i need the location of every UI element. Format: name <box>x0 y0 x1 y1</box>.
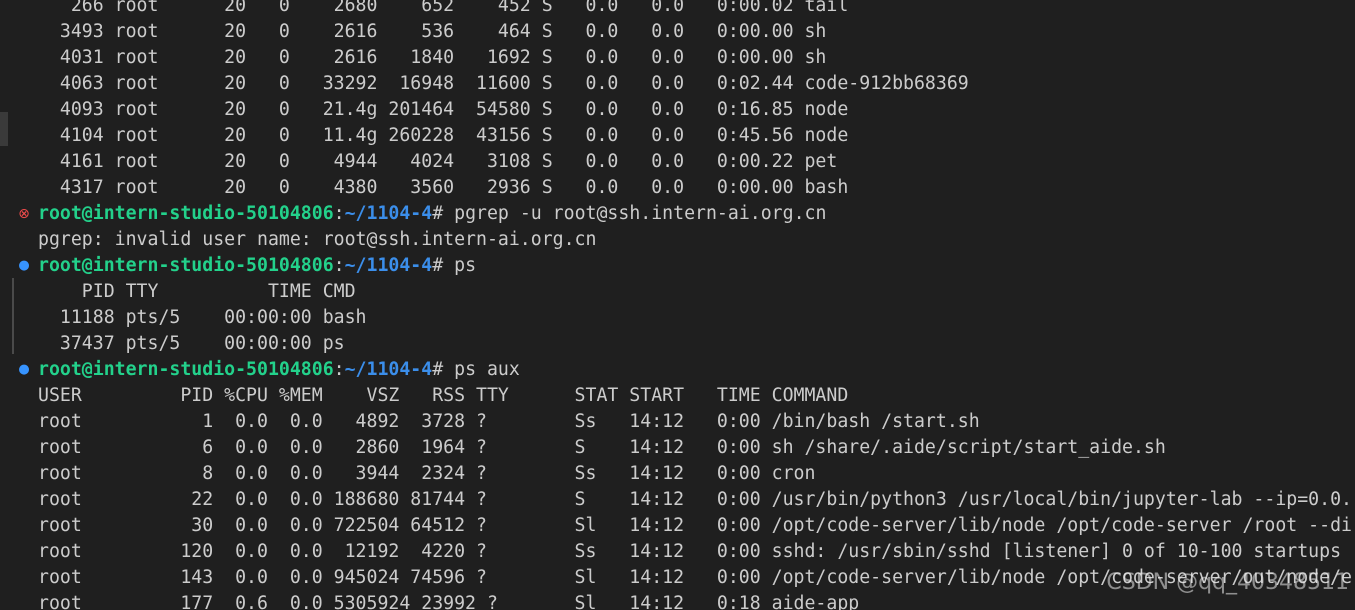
prompt-separator: : <box>333 255 345 276</box>
terminal-output: 266 root 20 0 2680 652 452 S 0.0 0.0 0:0… <box>18 0 1355 610</box>
prompt-user: root@intern-studio-50104806 <box>38 255 334 276</box>
command-output-line: root 1 0.0 0.0 4892 3728 ? Ss 14:12 0:00… <box>38 411 980 432</box>
scroll-indicator <box>0 112 8 146</box>
command-output-line: root 8 0.0 0.0 3944 2324 ? Ss 14:12 0:00… <box>38 463 816 484</box>
command-output-line: 11188 pts/5 00:00:00 bash <box>38 307 367 328</box>
command-output-line: root 120 0.0 0.0 12192 4220 ? Ss 14:12 0… <box>38 541 1342 562</box>
command-output-line: root 30 0.0 0.0 722504 64512 ? Sl 14:12 … <box>38 515 1352 536</box>
prompt-line: ● root@intern-studio-50104806:~/1104-4# p… <box>18 253 1355 279</box>
prompt-symbol: # <box>432 359 455 380</box>
circle-dot-icon[interactable]: ● <box>17 357 31 383</box>
terminal-gutter <box>0 0 14 610</box>
circle-dot-icon[interactable]: ● <box>17 253 31 279</box>
command-output-line: root 22 0.0 0.0 188680 81744 ? S 14:12 0… <box>38 489 1352 510</box>
top-process-row: 3493 root 20 0 2616 536 464 S 0.0 0.0 0:… <box>38 21 827 42</box>
prompt-separator: : <box>333 203 345 224</box>
command-text: ps <box>454 255 477 276</box>
command-output-line: pgrep: invalid user name: root@ssh.inter… <box>38 229 597 250</box>
top-process-row: 4161 root 20 0 4944 4024 3108 S 0.0 0.0 … <box>38 151 838 172</box>
command-output-line: root 143 0.0 0.0 945024 74596 ? Sl 14:12… <box>38 567 1352 588</box>
prompt-symbol: # <box>432 203 455 224</box>
top-process-row: 4317 root 20 0 4380 3560 2936 S 0.0 0.0 … <box>38 177 849 198</box>
command-output-line: PID TTY TIME CMD <box>38 281 356 302</box>
prompt-user: root@intern-studio-50104806 <box>38 203 334 224</box>
command-output-line: root 177 0.6 0.0 5305924 23992 ? Sl 14:1… <box>38 593 860 610</box>
prompt-symbol: # <box>432 255 455 276</box>
command-text: ps aux <box>454 359 520 380</box>
command-output-line: USER PID %CPU %MEM VSZ RSS TTY STAT STAR… <box>38 385 849 406</box>
prompt-user: root@intern-studio-50104806 <box>38 359 334 380</box>
command-output-line: root 6 0.0 0.0 2860 1964 ? S 14:12 0:00 … <box>38 437 1166 458</box>
command-output-line: 37437 pts/5 00:00:00 ps <box>38 333 345 354</box>
circle-x-icon[interactable]: ⊗ <box>17 201 31 227</box>
top-process-row: 4063 root 20 0 33292 16948 11600 S 0.0 0… <box>38 73 969 94</box>
prompt-path: ~/1104-4 <box>344 203 433 224</box>
prompt-path: ~/1104-4 <box>344 255 433 276</box>
terminal-panel[interactable]: 266 root 20 0 2680 652 452 S 0.0 0.0 0:0… <box>0 0 1355 610</box>
command-text: pgrep -u root@ssh.intern-ai.org.cn <box>454 203 827 224</box>
top-process-row: 266 root 20 0 2680 652 452 S 0.0 0.0 0:0… <box>38 0 849 16</box>
top-process-row: 4093 root 20 0 21.4g 201464 54580 S 0.0 … <box>38 99 849 120</box>
prompt-line: ● root@intern-studio-50104806:~/1104-4# p… <box>18 357 1355 383</box>
prompt-line: ⊗ root@intern-studio-50104806:~/1104-4# p… <box>18 201 1355 227</box>
top-process-row: 4031 root 20 0 2616 1840 1692 S 0.0 0.0 … <box>38 47 827 68</box>
top-process-row: 4104 root 20 0 11.4g 260228 43156 S 0.0 … <box>38 125 849 146</box>
prompt-separator: : <box>333 359 345 380</box>
command-group-line <box>12 278 14 354</box>
prompt-path: ~/1104-4 <box>344 359 433 380</box>
